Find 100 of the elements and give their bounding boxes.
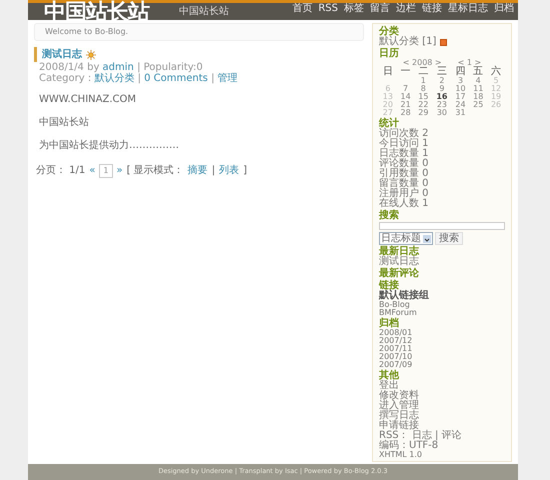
search-field[interactable] bbox=[379, 222, 505, 230]
pager-label: 分页： 1/1 bbox=[36, 164, 86, 178]
year-selector[interactable]: < 2008 > bbox=[402, 59, 442, 67]
sidebar-item[interactable]: 测试日志 bbox=[379, 257, 505, 267]
calendar-day[interactable]: 23 bbox=[436, 100, 447, 109]
sidebar-item[interactable]: 日志数量 1 bbox=[379, 149, 505, 159]
nav-link[interactable]: 标签 bbox=[344, 3, 364, 15]
calendar-day[interactable]: 17 bbox=[455, 92, 466, 101]
nav-link[interactable]: 归档 bbox=[494, 3, 514, 15]
calendar-day[interactable]: 28 bbox=[400, 108, 411, 117]
calendar-day[interactable]: 31 bbox=[455, 108, 466, 117]
nav-link[interactable]: 边栏 bbox=[396, 3, 416, 15]
calendar-day[interactable]: 11 bbox=[473, 84, 484, 93]
nav-link[interactable]: 首页 bbox=[292, 3, 312, 15]
weekday-label: 日 bbox=[382, 66, 393, 77]
search-button[interactable]: 搜索 bbox=[435, 232, 463, 245]
meta-text: | bbox=[136, 73, 142, 84]
sidebar-item[interactable]: 2007/10 bbox=[379, 353, 505, 361]
meta-link[interactable]: 默认分类 bbox=[94, 73, 134, 84]
calendar-day[interactable]: 7 bbox=[403, 84, 408, 93]
calendar-day[interactable]: 25 bbox=[473, 100, 484, 109]
calendar-day[interactable]: 14 bbox=[400, 92, 411, 101]
sidebar-item[interactable]: 2007/12 bbox=[379, 337, 505, 345]
calendar-day[interactable]: 4 bbox=[476, 76, 481, 85]
section-heading: 搜索 bbox=[379, 210, 400, 221]
post-title[interactable]: 测试日志 bbox=[42, 47, 82, 62]
section-heading: 分类 bbox=[379, 26, 399, 37]
sidebar-item[interactable]: BMForum bbox=[379, 309, 505, 317]
page-number[interactable]: 1 bbox=[99, 164, 112, 178]
sidebar-item[interactable]: 撰写日志 bbox=[379, 411, 505, 421]
calendar-day[interactable]: 10 bbox=[455, 84, 466, 93]
calendar-day[interactable]: 9 bbox=[439, 84, 444, 93]
calendar-day[interactable]: 16 bbox=[436, 92, 448, 101]
sidebar-item[interactable]: 注册用户 0 bbox=[379, 189, 505, 199]
section-heading: 最新评论 bbox=[379, 268, 420, 279]
month-selector[interactable]: < 1 > bbox=[458, 59, 482, 67]
calendar-day[interactable]: 2 bbox=[439, 76, 444, 85]
prev-page-link[interactable]: « bbox=[89, 163, 96, 178]
next-page-link[interactable]: » bbox=[116, 163, 123, 178]
post-paragraph: 中国站长站 bbox=[39, 116, 90, 130]
rss-icon[interactable] bbox=[440, 38, 448, 46]
weekday-label: 四 bbox=[455, 66, 466, 77]
meta-link[interactable]: 管理 bbox=[218, 73, 238, 84]
sun-icon bbox=[86, 50, 96, 60]
sidebar-item[interactable]: 默认分类 [1] bbox=[379, 37, 436, 47]
mode-label: [ 显示模式： bbox=[126, 164, 184, 178]
weekday-label: 六 bbox=[491, 66, 502, 77]
nav-link[interactable]: 留言 bbox=[370, 3, 390, 15]
mode-link[interactable]: 摘要 bbox=[188, 163, 208, 178]
sidebar-item[interactable]: 2007/09 bbox=[379, 361, 505, 369]
sidebar-item[interactable]: 留言数量 0 bbox=[379, 179, 505, 189]
sidebar-item[interactable]: 在线人数 1 bbox=[379, 199, 505, 209]
sidebar-item[interactable]: 2007/11 bbox=[379, 345, 505, 353]
sidebar-item[interactable]: 今日访问 1 bbox=[379, 139, 505, 149]
link-group-title: 默认链接组 bbox=[379, 291, 430, 301]
sidebar-item[interactable]: 进入管理 bbox=[379, 401, 505, 411]
sidebar-item[interactable]: Bo-Blog bbox=[379, 301, 505, 309]
sidebar-item[interactable]: 编码：UTF-8 bbox=[379, 441, 505, 451]
calendar-day[interactable]: 21 bbox=[400, 100, 411, 109]
separator: | bbox=[212, 164, 216, 178]
site-subtitle: 中国站长站 bbox=[179, 4, 229, 19]
sidebar-item[interactable]: 登出 bbox=[379, 381, 505, 391]
calendar-day[interactable]: 18 bbox=[473, 92, 484, 101]
search-type-select[interactable]: 日志标题 bbox=[379, 232, 433, 245]
sidebar-item[interactable]: 申请链接 bbox=[379, 421, 505, 431]
sidebar-item[interactable]: 2008/01 bbox=[379, 329, 505, 337]
calendar-day[interactable]: 15 bbox=[418, 92, 428, 101]
calendar-day[interactable]: 22 bbox=[418, 100, 428, 109]
mode-link[interactable]: 列表 bbox=[219, 163, 240, 178]
meta-link[interactable]: 0 Comments bbox=[144, 73, 208, 84]
calendar-day[interactable]: 24 bbox=[455, 100, 466, 109]
section-heading: 统计 bbox=[379, 118, 400, 129]
section-heading: 最新日志 bbox=[379, 246, 420, 257]
section-heading: 链接 bbox=[379, 280, 399, 291]
weekday-label: 五 bbox=[473, 66, 484, 77]
section-heading: 日历 bbox=[379, 48, 400, 59]
meta-link[interactable]: admin bbox=[102, 62, 134, 73]
sidebar-item[interactable]: RSS： 日志 | 评论 bbox=[379, 431, 505, 441]
section-heading: 归档 bbox=[379, 318, 400, 329]
welcome-message: Welcome to Bo-Blog. bbox=[34, 23, 364, 41]
meta-text: | bbox=[210, 73, 216, 84]
sidebar-item[interactable]: 修改资料 bbox=[379, 391, 505, 401]
nav-link[interactable]: 链接 bbox=[422, 3, 442, 15]
sidebar-item[interactable]: 评论数量 0 bbox=[379, 159, 505, 169]
sidebar-item[interactable]: 引用数量 0 bbox=[379, 169, 505, 179]
calendar-day[interactable]: 29 bbox=[418, 108, 428, 117]
meta-text: | Popularity:0 bbox=[136, 62, 203, 73]
sidebar-item[interactable]: XHTML 1.0 bbox=[379, 451, 505, 459]
sidebar-item[interactable]: 访问次数 2 bbox=[379, 129, 505, 139]
meta-text: Category : bbox=[39, 73, 92, 84]
calendar-day[interactable]: 30 bbox=[436, 108, 447, 117]
calendar-day[interactable]: 1 bbox=[420, 76, 426, 85]
bracket: ] bbox=[243, 164, 247, 178]
nav-link[interactable]: RSS bbox=[318, 3, 338, 15]
nav-link[interactable]: 星标日志 bbox=[448, 3, 488, 15]
calendar-day[interactable]: 8 bbox=[420, 84, 426, 93]
weekday-label: 一 bbox=[400, 66, 411, 77]
post-paragraph: 为中国站长提供动力…………… bbox=[39, 138, 180, 153]
calendar-day[interactable]: 3 bbox=[458, 76, 464, 85]
meta-text: 2008/1/4 by bbox=[39, 62, 100, 73]
